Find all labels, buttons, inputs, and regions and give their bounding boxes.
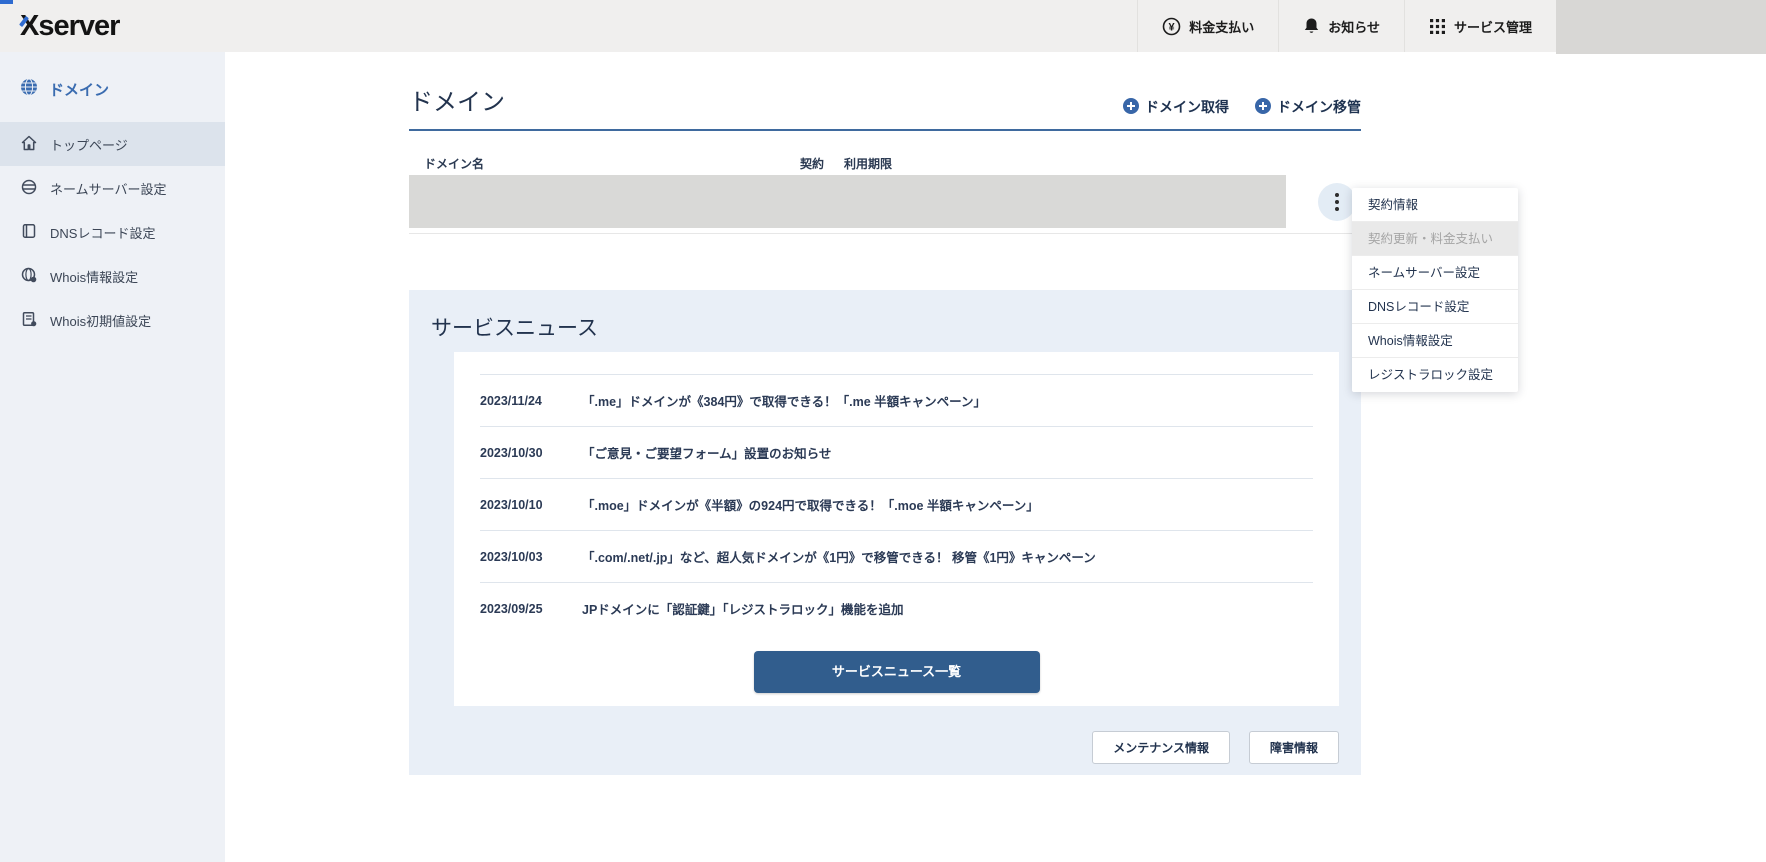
news-button-wrap: サービスニュース一覧 — [480, 651, 1313, 693]
domain-globe-icon — [20, 78, 38, 100]
column-header-contract: 契約 — [800, 157, 825, 171]
menu-item-registrar-lock-settings[interactable]: レジストラロック設定 — [1352, 358, 1518, 392]
news-date: 2023/11/24 — [480, 393, 542, 408]
news-text: 「.moe」ドメインが《半額》の924円で取得できる！「.moe 半額キャンペー… — [582, 499, 1039, 513]
news-item[interactable]: 2023/09/25 JPドメインに「認証鍵」「レジストラロック」機能を追加 — [480, 582, 1313, 634]
news-date: 2023/10/03 — [480, 549, 543, 564]
news-date: 2023/09/25 — [480, 601, 543, 616]
sidebar-item-top-page[interactable]: トップページ — [0, 122, 225, 166]
notifications-label: お知らせ — [1328, 19, 1380, 35]
kebab-menu-icon — [1335, 193, 1339, 197]
main-content: ドメイン ドメイン取得 ドメイン移管 ドメイン名 契約 利用期限 サービスニュー… — [225, 52, 1766, 862]
yen-circle-icon: ¥ — [1162, 17, 1181, 36]
sidebar-item-whois-defaults[interactable]: Whois初期値設定 — [0, 298, 225, 342]
notifications-button[interactable]: お知らせ — [1278, 0, 1404, 52]
service-news-section: サービスニュース 2023/11/24 「.me」ドメインが《384円》で取得で… — [409, 290, 1361, 775]
news-text: 「ご意見・ご要望フォーム」設置のお知らせ — [582, 447, 832, 461]
billing-label: 料金支払い — [1189, 19, 1255, 35]
sidebar-item-nameserver[interactable]: ネームサーバー設定 — [0, 166, 225, 210]
domain-register-label: ドメイン取得 — [1145, 99, 1229, 115]
dns-book-icon — [21, 223, 37, 242]
news-date: 2023/10/10 — [480, 497, 543, 512]
column-header-domain-name: ドメイン名 — [424, 157, 485, 171]
sidebar: ドメイン トップページ ネームサーバー設定 DNSレコード設定 Whois情報設… — [0, 52, 225, 862]
news-text: JPドメインに「認証鍵」「レジストラロック」機能を追加 — [582, 603, 904, 617]
page-title-row: ドメイン ドメイン取得 ドメイン移管 — [409, 82, 1361, 131]
services-label: サービス管理 — [1453, 19, 1532, 35]
logo-text: Xserver — [20, 9, 120, 42]
grid-icon — [1429, 18, 1446, 35]
menu-item-nameserver-settings[interactable]: ネームサーバー設定 — [1352, 256, 1518, 290]
sidebar-section-label: ドメイン — [49, 81, 110, 99]
whois-doc-icon — [21, 311, 37, 330]
news-text: 「.me」ドメインが《384円》で取得できる！「.me 半額キャンペーン」 — [582, 395, 987, 409]
incident-info-button[interactable]: 障害情報 — [1248, 731, 1339, 764]
billing-button[interactable]: ¥ 料金支払い — [1137, 0, 1278, 52]
nameserver-globe-icon — [21, 179, 37, 198]
sidebar-nav: トップページ ネームサーバー設定 DNSレコード設定 Whois情報設定 Who… — [0, 122, 225, 342]
page-title: ドメイン — [409, 89, 505, 116]
maintenance-info-button[interactable]: メンテナンス情報 — [1092, 731, 1230, 764]
sidebar-section-domain: ドメイン — [0, 78, 225, 100]
header-nav: ¥ 料金支払い お知らせ サービス管理 — [1137, 0, 1766, 54]
domain-register-button[interactable]: ドメイン取得 — [1123, 97, 1229, 117]
whois-globe-icon — [21, 267, 37, 286]
column-header-expiration: 利用期限 — [844, 157, 893, 171]
row-actions-button[interactable] — [1318, 183, 1356, 221]
service-news-list-button[interactable]: サービスニュース一覧 — [753, 651, 1040, 693]
service-news-title: サービスニュース — [431, 317, 598, 340]
browser-corner-fragment — [0, 0, 13, 4]
news-item[interactable]: 2023/10/30 「ご意見・ご要望フォーム」設置のお知らせ — [480, 426, 1313, 478]
services-button[interactable]: サービス管理 — [1403, 0, 1556, 52]
content-column: ドメイン ドメイン取得 ドメイン移管 ドメイン名 契約 利用期限 サービスニュー… — [409, 52, 1361, 862]
domain-table-row-redacted — [409, 175, 1286, 228]
sidebar-item-whois-info[interactable]: Whois情報設定 — [0, 254, 225, 298]
row-context-menu: 契約情報 契約更新・料金支払い ネームサーバー設定 DNSレコード設定 Whoi… — [1352, 188, 1518, 392]
news-text: 「.com/.net/.jp」など、超人気ドメインが《1円》で移管できる！ 移管… — [582, 551, 1096, 565]
sidebar-item-label: DNSレコード設定 — [50, 225, 156, 241]
home-icon — [21, 135, 37, 154]
domain-transfer-label: ドメイン移管 — [1277, 99, 1361, 115]
logo: Xserver — [0, 9, 120, 43]
news-item[interactable]: 2023/10/10 「.moe」ドメインが《半額》の924円で取得できる！「.… — [480, 478, 1313, 530]
menu-item-whois-info-settings[interactable]: Whois情報設定 — [1352, 324, 1518, 358]
sidebar-item-label: Whois初期値設定 — [50, 313, 152, 329]
news-footer-buttons: メンテナンス情報 障害情報 — [1092, 731, 1339, 764]
service-news-card: 2023/11/24 「.me」ドメインが《384円》で取得できる！「.me 半… — [454, 352, 1339, 706]
svg-text:¥: ¥ — [1169, 21, 1176, 33]
menu-item-dns-record-settings[interactable]: DNSレコード設定 — [1352, 290, 1518, 324]
kebab-menu-icon — [1335, 207, 1339, 211]
sidebar-item-label: トップページ — [50, 137, 128, 153]
bell-icon — [1303, 17, 1320, 35]
plus-circle-icon — [1255, 97, 1271, 117]
sidebar-item-label: ネームサーバー設定 — [50, 181, 167, 197]
account-area-redacted[interactable] — [1556, 0, 1766, 54]
domain-transfer-button[interactable]: ドメイン移管 — [1255, 97, 1361, 117]
kebab-menu-icon — [1335, 200, 1339, 204]
sidebar-item-dns-records[interactable]: DNSレコード設定 — [0, 210, 225, 254]
news-item[interactable]: 2023/11/24 「.me」ドメインが《384円》で取得できる！「.me 半… — [480, 374, 1313, 426]
news-date: 2023/10/30 — [480, 445, 543, 460]
menu-item-contract-renewal-payment: 契約更新・料金支払い — [1352, 222, 1518, 256]
table-row-divider — [409, 233, 1361, 234]
menu-item-contract-info[interactable]: 契約情報 — [1352, 188, 1518, 222]
plus-circle-icon — [1123, 97, 1139, 117]
news-item[interactable]: 2023/10/03 「.com/.net/.jp」など、超人気ドメインが《1円… — [480, 530, 1313, 582]
title-actions: ドメイン取得 ドメイン移管 — [1123, 97, 1361, 117]
sidebar-item-label: Whois情報設定 — [50, 269, 139, 285]
domain-table-header: ドメイン名 契約 利用期限 — [409, 155, 1361, 171]
app-header: Xserver ¥ 料金支払い お知らせ サービス管理 — [0, 0, 1766, 54]
